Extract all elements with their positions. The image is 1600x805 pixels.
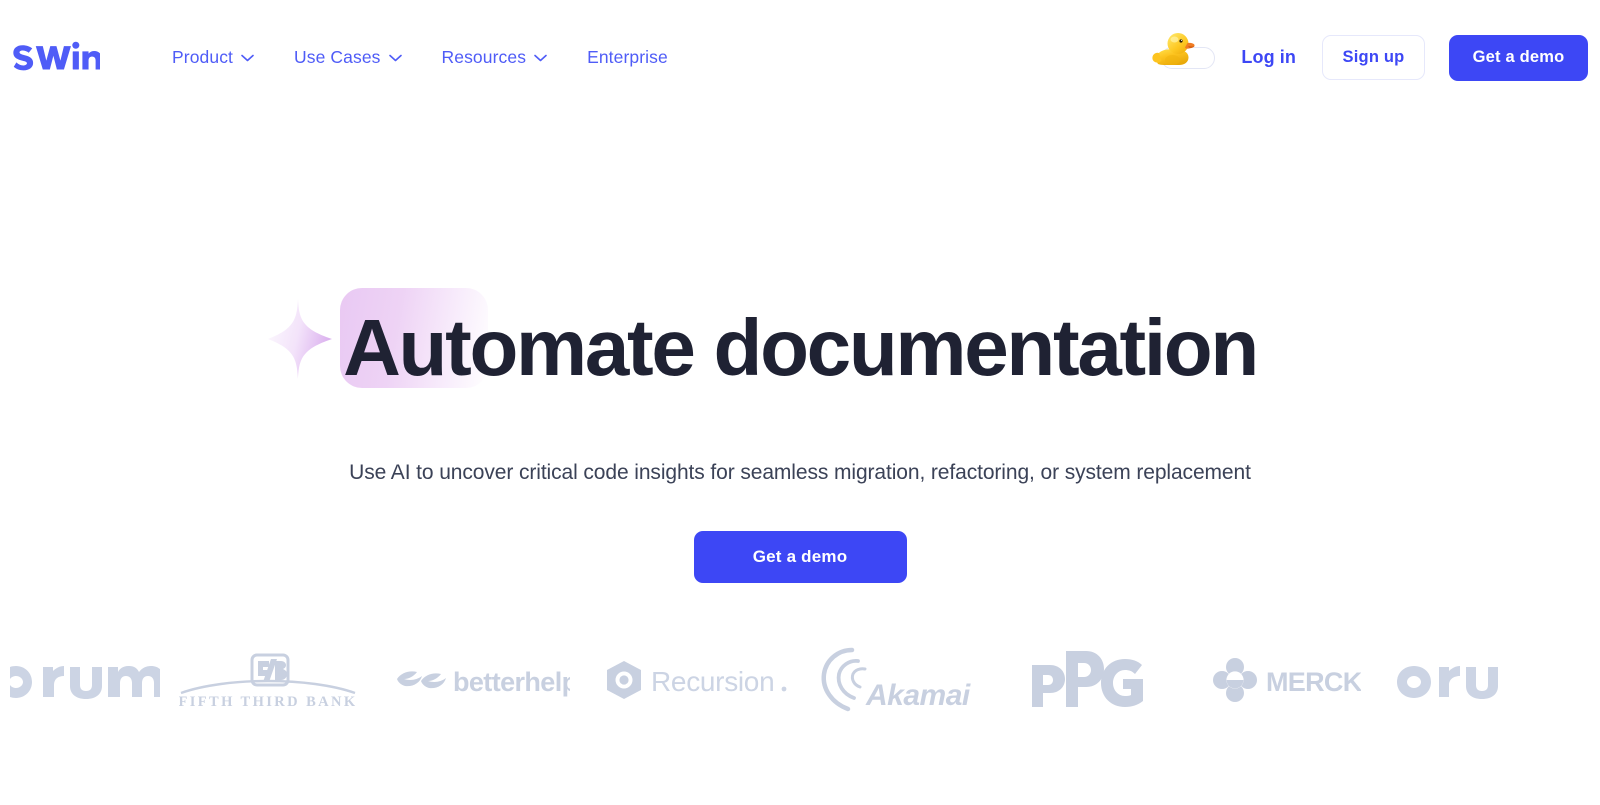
- nav-item-label: Use Cases: [294, 47, 381, 67]
- sparkle-star-icon: [268, 299, 333, 379]
- hero-section: Automate documentation Use AI to uncover…: [0, 115, 1600, 584]
- get-a-demo-button-hero[interactable]: Get a demo: [693, 531, 907, 584]
- logo-optum-2: [1392, 632, 1592, 727]
- ppg-logo: [1031, 650, 1143, 707]
- betterhelp-logo: betterhelp: [397, 667, 570, 697]
- get-a-demo-button-header[interactable]: Get a demo: [1449, 34, 1588, 81]
- logo-fifth-third-bank: FIFTH THIRD BANK: [160, 632, 375, 727]
- nav-item-label: Enterprise: [587, 47, 668, 67]
- nav-item-resources[interactable]: Resources: [442, 47, 548, 68]
- page-title: Automate documentation: [343, 303, 1259, 392]
- logo-merck: MERCK: [1182, 632, 1392, 727]
- nav-item-product[interactable]: Product: [172, 47, 254, 68]
- signup-button[interactable]: Sign up: [1322, 35, 1425, 80]
- recursion-logo: Recursion: [606, 660, 786, 699]
- svg-text:FIFTH THIRD BANK: FIFTH THIRD BANK: [179, 694, 357, 709]
- optum-logo: [1397, 665, 1498, 699]
- chevron-down-icon: [241, 54, 254, 61]
- header-actions: Log in Sign up Get a demo: [1152, 32, 1588, 81]
- nav-item-use-cases[interactable]: Use Cases: [294, 47, 402, 68]
- chevron-down-icon: [388, 54, 402, 61]
- svg-text:MERCK: MERCK: [1266, 667, 1361, 697]
- optum-logo: [10, 665, 160, 699]
- theme-toggle[interactable]: [1152, 32, 1216, 71]
- merck-logo: MERCK: [1213, 657, 1361, 702]
- akamai-logo: Akamai: [821, 647, 971, 712]
- site-header: Product Use Cases Resources Enterprise L…: [0, 0, 1600, 115]
- nav-item-label: Resources: [441, 47, 527, 67]
- logo-betterhelp: betterhelp: [375, 632, 590, 727]
- logo-ppg: [992, 632, 1182, 727]
- logo-optum: [0, 632, 160, 727]
- svg-text:Akamai: Akamai: [865, 679, 971, 712]
- main-nav: Product Use Cases Resources Enterprise: [172, 47, 668, 68]
- logo-recursion: Recursion: [590, 632, 800, 727]
- svg-text:Recursion: Recursion: [651, 666, 774, 697]
- hero-title-wrap: Automate documentation: [268, 288, 1259, 403]
- svg-text:betterhelp: betterhelp: [453, 667, 570, 697]
- customer-logo-marquee: FIFTH THIRD BANK betterhelp Recursion Ak…: [0, 632, 1600, 727]
- swimm-logo[interactable]: [12, 41, 100, 75]
- nav-item-enterprise[interactable]: Enterprise: [587, 47, 668, 68]
- fifth-third-bank-logo: FIFTH THIRD BANK: [179, 653, 357, 709]
- logo-track: FIFTH THIRD BANK betterhelp Recursion Ak…: [0, 632, 1600, 727]
- rubber-duck-icon: [1152, 32, 1195, 65]
- logo-akamai: Akamai: [800, 632, 992, 727]
- nav-item-label: Product: [172, 47, 234, 67]
- chevron-down-icon: [534, 54, 547, 61]
- hero-subtitle: Use AI to uncover critical code insights…: [349, 461, 1251, 484]
- login-link[interactable]: Log in: [1241, 47, 1296, 68]
